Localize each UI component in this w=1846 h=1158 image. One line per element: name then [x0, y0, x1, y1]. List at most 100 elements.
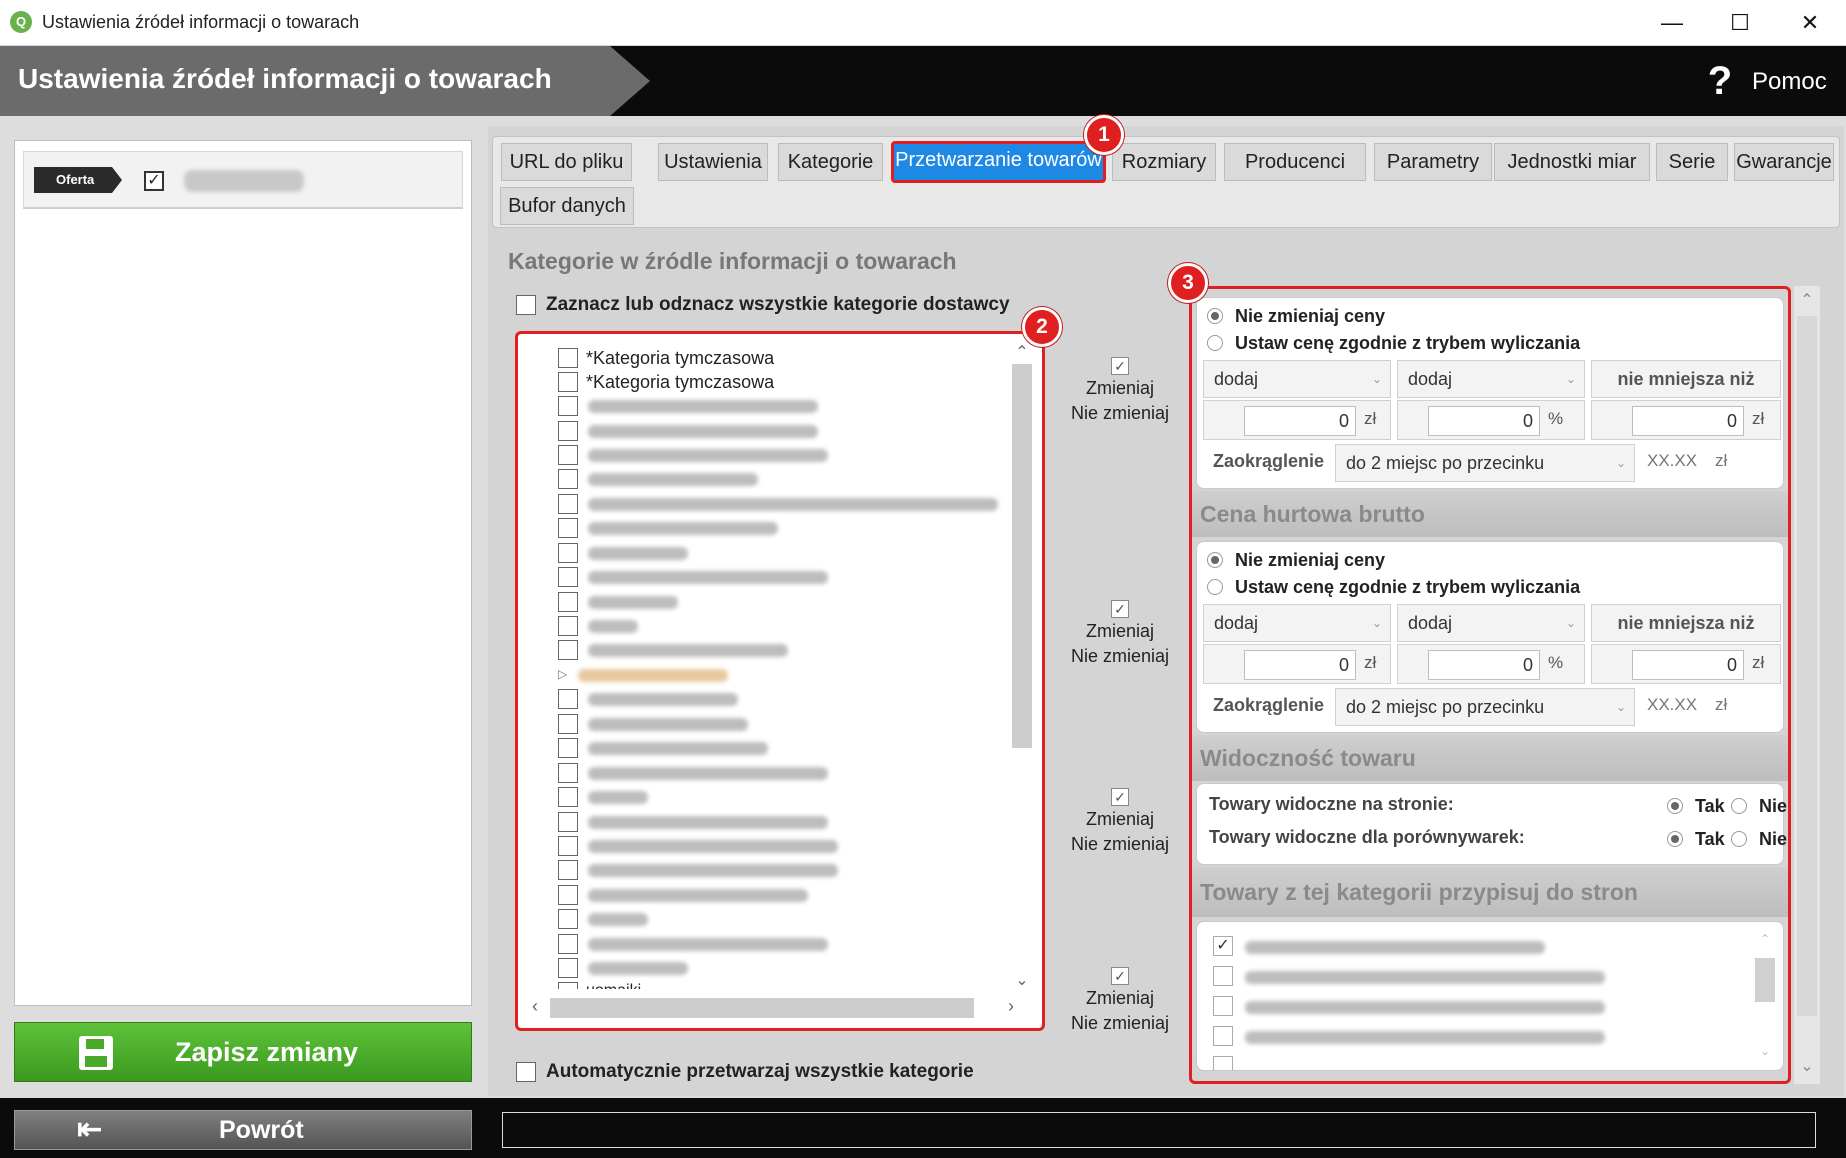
no-change-option-label[interactable]: Nie zmieniaj: [1060, 832, 1180, 857]
tab-rozmiary[interactable]: Rozmiary: [1112, 143, 1216, 181]
category-item[interactable]: *Kategoria tymczasowa: [558, 372, 1008, 392]
scroll-up-icon[interactable]: ⌃: [1010, 342, 1034, 362]
operation-dropdown-2[interactable]: dodaj ⌄: [1397, 604, 1585, 642]
category-item[interactable]: [558, 958, 1008, 978]
category-item[interactable]: [558, 885, 1008, 905]
tab-jednostki-miar[interactable]: Jednostki miar: [1494, 143, 1650, 181]
category-group-item[interactable]: ▷: [538, 665, 988, 685]
source-list-item[interactable]: Oferta ✓: [23, 151, 463, 209]
min-value-input[interactable]: 0: [1632, 406, 1744, 436]
site-item[interactable]: [1213, 996, 1703, 1016]
tab-bufor-danych[interactable]: Bufor danych: [500, 187, 634, 225]
no-change-price-option[interactable]: Nie zmieniaj ceny: [1207, 306, 1385, 330]
change-option-label[interactable]: Zmieniaj: [1060, 376, 1180, 401]
category-item[interactable]: uomaiki: [558, 982, 1008, 989]
category-checkbox[interactable]: [558, 934, 578, 954]
help-icon[interactable]: ?: [1700, 58, 1740, 104]
sites-change-option[interactable]: ✓ Zmieniaj Nie zmieniaj: [1060, 967, 1180, 1036]
scroll-up-icon[interactable]: ⌃: [1794, 290, 1820, 310]
change-checkbox[interactable]: ✓: [1111, 357, 1129, 375]
category-checkbox[interactable]: [558, 958, 578, 978]
radio-button[interactable]: [1207, 552, 1223, 568]
change-option-label[interactable]: Zmieniaj: [1060, 986, 1180, 1011]
category-checkbox[interactable]: [558, 982, 578, 989]
change-checkbox[interactable]: ✓: [1111, 788, 1129, 806]
category-item[interactable]: [558, 543, 1008, 563]
sites-scrollbar[interactable]: ⌃ ⌄: [1753, 932, 1777, 1064]
tab-producenci[interactable]: Producenci: [1224, 143, 1366, 181]
wholesale-price-change-option[interactable]: ✓ Zmieniaj Nie zmieniaj: [1060, 600, 1180, 669]
category-checkbox[interactable]: [558, 787, 578, 807]
tab-kategorie[interactable]: Kategorie: [778, 143, 883, 181]
amount-input[interactable]: 0: [1244, 650, 1356, 680]
category-checkbox[interactable]: [558, 494, 578, 514]
category-item[interactable]: [558, 763, 1008, 783]
min-value-input[interactable]: 0: [1632, 650, 1744, 680]
save-changes-button[interactable]: Zapisz zmiany: [14, 1022, 472, 1082]
category-item[interactable]: [558, 909, 1008, 929]
source-enabled-checkbox[interactable]: ✓: [144, 171, 164, 191]
category-item[interactable]: [558, 421, 1008, 441]
scroll-thumb[interactable]: [1755, 958, 1775, 1002]
radio-button[interactable]: [1207, 579, 1223, 595]
change-option-label[interactable]: Zmieniaj: [1060, 619, 1180, 644]
category-item[interactable]: [558, 469, 1008, 489]
category-checkbox[interactable]: [558, 396, 578, 416]
maximize-button[interactable]: ☐: [1710, 0, 1770, 46]
tab-ustawienia[interactable]: Ustawienia: [658, 143, 768, 181]
visibility-change-option[interactable]: ✓ Zmieniaj Nie zmieniaj: [1060, 788, 1180, 857]
retail-price-change-option[interactable]: ✓ Zmieniaj Nie zmieniaj: [1060, 357, 1180, 426]
no-change-option-label[interactable]: Nie zmieniaj: [1060, 401, 1180, 426]
scroll-thumb[interactable]: [550, 998, 974, 1018]
radio-button[interactable]: [1731, 798, 1747, 814]
close-button[interactable]: ✕: [1780, 0, 1840, 46]
category-checkbox[interactable]: [558, 348, 578, 368]
radio-button[interactable]: [1207, 308, 1223, 324]
percent-input[interactable]: 0: [1428, 406, 1540, 436]
category-item[interactable]: [558, 787, 1008, 807]
calc-price-option[interactable]: Ustaw cenę zgodnie z trybem wyliczania: [1207, 333, 1580, 357]
site-checkbox[interactable]: ✓: [1213, 936, 1233, 956]
scroll-right-icon[interactable]: ›: [1008, 996, 1014, 1017]
tab-gwarancje[interactable]: Gwarancje: [1734, 143, 1834, 181]
site-item[interactable]: [1213, 1026, 1703, 1046]
category-item[interactable]: [558, 616, 1008, 636]
category-item[interactable]: [558, 445, 1008, 465]
change-checkbox[interactable]: ✓: [1111, 967, 1129, 985]
tab-serie[interactable]: Serie: [1656, 143, 1728, 181]
categories-horizontal-scrollbar[interactable]: ‹ ›: [526, 995, 1034, 1021]
change-option-label[interactable]: Zmieniaj: [1060, 807, 1180, 832]
category-checkbox[interactable]: [558, 738, 578, 758]
category-item[interactable]: [558, 592, 1008, 612]
scroll-down-icon[interactable]: ⌄: [1753, 1044, 1777, 1058]
help-link[interactable]: Pomoc: [1752, 68, 1827, 96]
category-checkbox[interactable]: [558, 567, 578, 587]
rounding-dropdown[interactable]: do 2 miejsc po przecinku ⌄: [1335, 444, 1635, 482]
category-item[interactable]: [558, 934, 1008, 954]
category-checkbox[interactable]: [558, 836, 578, 856]
tab-parametry[interactable]: Parametry: [1374, 143, 1492, 181]
calc-price-option[interactable]: Ustaw cenę zgodnie z trybem wyliczania: [1207, 577, 1580, 601]
category-checkbox[interactable]: [558, 689, 578, 709]
category-checkbox[interactable]: [558, 640, 578, 660]
site-checkbox[interactable]: [1213, 1056, 1233, 1070]
category-item[interactable]: [558, 812, 1008, 832]
site-checkbox[interactable]: [1213, 996, 1233, 1016]
category-item[interactable]: [558, 518, 1008, 538]
category-item[interactable]: [558, 836, 1008, 856]
change-checkbox[interactable]: ✓: [1111, 600, 1129, 618]
scroll-thumb[interactable]: [1797, 316, 1817, 1016]
no-change-price-option[interactable]: Nie zmieniaj ceny: [1207, 550, 1385, 574]
percent-input[interactable]: 0: [1428, 650, 1540, 680]
radio-button[interactable]: [1731, 831, 1747, 847]
operation-dropdown-1[interactable]: dodaj ⌄: [1203, 604, 1391, 642]
select-all-categories-checkbox[interactable]: [516, 295, 536, 315]
tab-url-do-pliku[interactable]: URL do pliku: [501, 143, 632, 181]
category-checkbox[interactable]: [558, 543, 578, 563]
category-checkbox[interactable]: [558, 616, 578, 636]
visibility-yes-option[interactable]: Tak: [1667, 796, 1725, 817]
category-item[interactable]: *Kategoria tymczasowa: [558, 348, 1008, 368]
category-item[interactable]: [558, 640, 1008, 660]
site-item[interactable]: ✓: [1213, 936, 1703, 956]
back-button[interactable]: ⇤ Powrót: [14, 1110, 472, 1150]
